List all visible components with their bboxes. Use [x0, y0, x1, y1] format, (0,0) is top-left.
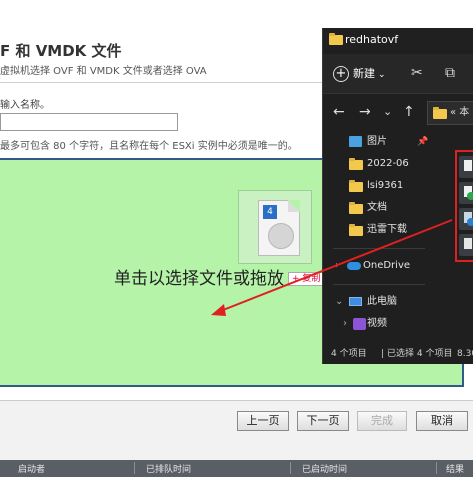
nav-item-label: 图片: [367, 136, 387, 147]
address-chevron-icon: «: [450, 107, 460, 118]
mf-file-icon[interactable]: [459, 234, 473, 256]
recent-tasks-bar: 启动者 已排队时间 已启动时间 结果: [0, 460, 473, 477]
recent-chevron-icon[interactable]: ⌄: [383, 104, 392, 120]
column-divider: [290, 462, 291, 474]
wizard-title: F 和 VMDK 文件: [0, 42, 122, 60]
copy-tooltip: + 复制: [288, 272, 325, 286]
folder-icon: [349, 202, 363, 214]
this-pc-icon: [349, 297, 362, 306]
ovf-file-icon[interactable]: [459, 156, 473, 178]
chevron-down-icon[interactable]: ⌄: [335, 292, 343, 312]
back-arrow-icon[interactable]: ←: [333, 104, 345, 120]
folder-icon: [433, 107, 447, 119]
explorer-status-bar: 4 个项目 | 已选择 4 个项目 8.30: [323, 344, 473, 364]
wizard-subtitle: 虚拟机选择 OVF 和 VMDK 文件或者选择 OVA: [0, 66, 207, 77]
wizard-footer: 上一页 下一页 完成 取消: [0, 400, 473, 460]
pin-icon: 📌: [417, 137, 429, 147]
nav-item-2022-06[interactable]: 2022-06: [323, 154, 427, 174]
status-divider: |: [381, 349, 385, 359]
task-col-queued[interactable]: 已排队时间: [146, 462, 191, 475]
up-arrow-icon[interactable]: ↑: [403, 104, 415, 120]
folder-icon: [349, 224, 363, 236]
column-divider: [134, 462, 135, 474]
task-col-result[interactable]: 结果: [446, 462, 464, 475]
forward-arrow-icon[interactable]: →: [359, 104, 371, 120]
cert-badge-icon: [467, 192, 473, 200]
file-list-pane: [429, 132, 473, 344]
explorer-title: redhatovf: [345, 33, 399, 46]
chevron-down-icon: ⌄: [378, 70, 386, 80]
vm-name-label: 输入名称。: [0, 100, 50, 111]
nav-item-label: lsi9361: [367, 180, 404, 191]
address-text: 本: [459, 107, 470, 118]
plus-icon: +: [333, 66, 349, 82]
new-button-label: 新建: [353, 67, 375, 80]
nav-item-label: 此电脑: [367, 296, 397, 307]
new-button[interactable]: + 新建 ⌄: [333, 62, 386, 86]
nav-divider: [333, 284, 425, 285]
drop-zone-text[interactable]: 单击以选择文件或拖放: [114, 264, 284, 289]
vmdk-file-icon[interactable]: [459, 208, 473, 230]
nav-item-documents[interactable]: 文档: [323, 198, 427, 218]
pictures-icon: [349, 136, 362, 147]
vm-name-input[interactable]: [0, 113, 178, 131]
nav-item-this-pc[interactable]: ⌄ 此电脑: [323, 292, 427, 312]
disc-icon: [268, 223, 294, 249]
task-col-initiator[interactable]: 启动者: [18, 462, 45, 475]
nav-item-onedrive[interactable]: › OneDrive: [323, 256, 427, 276]
item-count: 4 个项目: [331, 349, 367, 359]
nav-item-label: 文档: [367, 202, 387, 213]
address-row: ← → ⌄ ↑ « 本: [323, 98, 473, 128]
prev-button[interactable]: 上一页: [237, 411, 289, 431]
nav-item-label: OneDrive: [363, 260, 411, 271]
address-bar[interactable]: « 本: [427, 101, 473, 125]
copy-icon[interactable]: ⧉: [445, 64, 455, 82]
drag-count-badge: 4: [263, 205, 277, 219]
folder-icon: [329, 33, 343, 45]
nav-item-lsi9361[interactable]: lsi9361: [323, 176, 427, 196]
column-divider: [436, 462, 437, 474]
task-col-started[interactable]: 已启动时间: [302, 462, 347, 475]
disc-file-icon: 4: [258, 200, 300, 256]
selected-size: 8.30: [457, 349, 473, 359]
nav-item-videos[interactable]: › 视频: [323, 314, 427, 334]
videos-icon: [353, 318, 366, 330]
cancel-button[interactable]: 取消: [416, 411, 468, 431]
explorer-toolbar: + 新建 ⌄ ✂ ⧉: [323, 54, 473, 94]
cut-icon[interactable]: ✂: [411, 64, 423, 82]
next-button[interactable]: 下一页: [297, 411, 349, 431]
folder-icon: [349, 180, 363, 192]
finish-button[interactable]: 完成: [357, 411, 407, 431]
nav-item-label: 2022-06: [367, 158, 409, 169]
disk-badge-icon: [467, 218, 473, 226]
nav-item-label: 视频: [367, 318, 387, 329]
selected-count: 已选择 4 个项目: [387, 349, 453, 359]
drag-ghost-preview: 4 + 复制: [238, 190, 325, 286]
chevron-right-icon[interactable]: ›: [343, 314, 347, 334]
nav-item-thunder-downloads[interactable]: 迅雷下载: [323, 220, 427, 240]
nav-divider: [333, 248, 425, 249]
navigation-pane: 图片 📌 2022-06 lsi9361 文档 迅雷下载 › OneDrive …: [323, 132, 429, 344]
cert-file-icon[interactable]: [459, 182, 473, 204]
nav-item-label: 迅雷下载: [367, 224, 407, 235]
folder-icon: [349, 158, 363, 170]
explorer-titlebar: redhatovf: [323, 28, 473, 50]
vm-name-hint: 最多可包含 80 个字符，且名称在每个 ESXi 实例中必须是唯一的。: [0, 141, 298, 152]
chevron-right-icon[interactable]: ›: [335, 256, 339, 276]
nav-item-pictures[interactable]: 图片 📌: [323, 132, 429, 152]
onedrive-icon: [347, 262, 361, 270]
file-explorer-window: redhatovf + 新建 ⌄ ✂ ⧉ ← → ⌄ ↑ « 本 图片 📌 2022…: [322, 28, 473, 364]
wizard-divider: [0, 82, 330, 83]
